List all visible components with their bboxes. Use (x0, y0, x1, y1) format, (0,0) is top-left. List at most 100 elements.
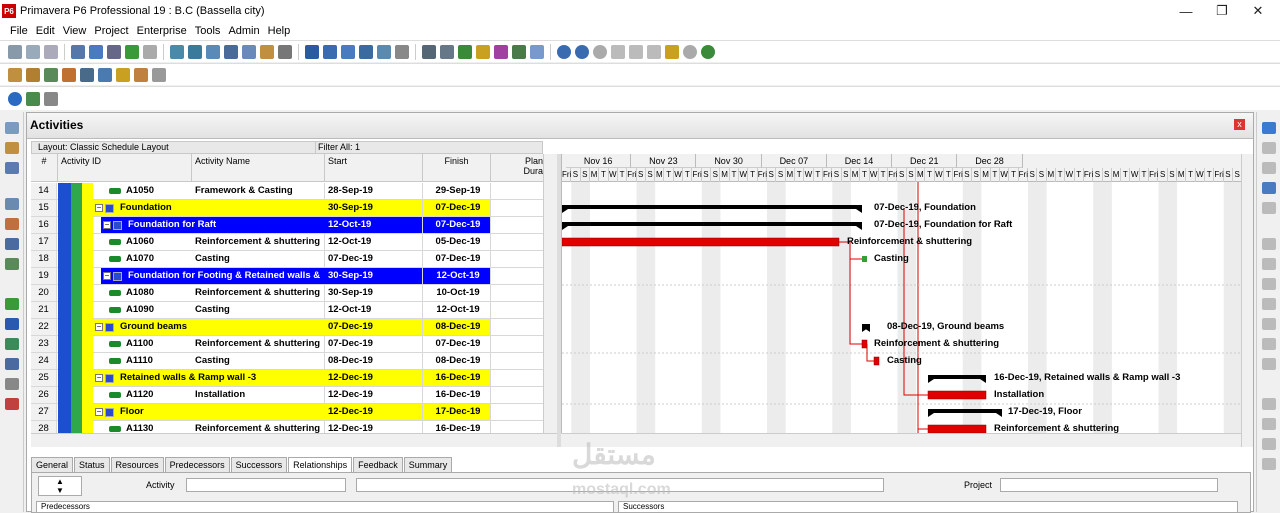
col-num[interactable]: # (31, 154, 58, 182)
assignments-icon[interactable] (44, 67, 58, 82)
bars-setting-icon[interactable] (341, 44, 355, 59)
indent-icon[interactable] (1262, 438, 1276, 450)
menu-tools[interactable]: Tools (195, 25, 221, 37)
link-icon[interactable] (494, 44, 508, 59)
note-icon[interactable] (647, 44, 661, 59)
zoom-in-icon[interactable] (557, 44, 571, 59)
table-horizontal-scrollbar[interactable] (31, 433, 557, 447)
tab-summary[interactable]: Summary (403, 457, 453, 473)
close-button[interactable]: ✕ (1240, 0, 1276, 22)
zoom-out-icon[interactable] (575, 44, 589, 59)
tab-relationships[interactable]: Relationships (288, 457, 353, 473)
gantt-icon[interactable] (107, 44, 121, 59)
table-row[interactable]: 16 − Foundation for Raft 12-Oct-19 07-Dec-1… (31, 217, 557, 234)
menu-help[interactable]: Help (268, 25, 291, 37)
projects-icon[interactable] (44, 91, 58, 106)
risks-icon[interactable] (134, 67, 148, 82)
table-vertical-scrollbar[interactable] (543, 154, 557, 434)
table-row[interactable]: 23 A1100 Reinforcement & shuttering 07-Dec… (31, 336, 557, 353)
help-icon[interactable] (683, 44, 697, 59)
collapse-toggle[interactable]: − (95, 408, 103, 416)
filter-funnel-icon[interactable] (359, 44, 373, 59)
portfolio-icon[interactable] (26, 91, 40, 106)
tracking-icon[interactable] (98, 67, 112, 82)
thresholds-nav-icon[interactable] (5, 378, 19, 390)
menu-edit[interactable]: Edit (36, 25, 55, 37)
table-row[interactable]: 24 A1110 Casting 08-Dec-19 08-Dec-19 (31, 353, 557, 370)
add-icon[interactable] (1262, 122, 1276, 134)
activities-icon[interactable] (26, 67, 40, 82)
table-row[interactable]: 19 − Foundation for Footing & Retained wa… (31, 268, 557, 285)
resources-nav-icon[interactable] (5, 218, 19, 230)
zoom-fit-icon[interactable] (593, 44, 607, 59)
columns-setting-icon[interactable] (323, 44, 337, 59)
select-icon[interactable] (125, 44, 139, 59)
tab-feedback[interactable]: Feedback (353, 457, 403, 473)
maximize-button[interactable]: ❐ (1204, 0, 1240, 22)
table-row[interactable]: 18 A1070 Casting 07-Dec-19 07-Dec-19 (31, 251, 557, 268)
col-plan-duration[interactable]: Plan Dura (491, 154, 547, 182)
hash-icon[interactable] (395, 44, 409, 59)
group-icon[interactable] (278, 44, 292, 59)
table-icon[interactable] (188, 44, 202, 59)
issues-nav-icon[interactable] (5, 398, 19, 410)
table-row[interactable]: 17 A1060 Reinforcement & shuttering 12-Oct… (31, 234, 557, 251)
collapse-toggle[interactable]: − (103, 221, 111, 229)
activity-id-field[interactable] (186, 478, 346, 492)
web-icon[interactable] (701, 44, 715, 59)
move-down-icon[interactable] (1262, 418, 1276, 430)
col-finish[interactable]: Finish (423, 154, 491, 182)
filter-label[interactable]: Filter All: 1 (315, 141, 545, 154)
menu-project[interactable]: Project (94, 25, 128, 37)
table-row[interactable]: 25 − Retained walls & Ramp wall -3 12-Dec-… (31, 370, 557, 387)
table-row[interactable]: 20 A1080 Reinforcement & shuttering 30-Sep… (31, 285, 557, 302)
menu-admin[interactable]: Admin (228, 25, 259, 37)
record-stepper[interactable]: ▲ ▼ (38, 476, 82, 496)
issues-icon[interactable] (116, 67, 130, 82)
wbs-icon[interactable] (8, 67, 22, 82)
roles-icon[interactable] (1262, 258, 1276, 270)
align-icon[interactable] (305, 44, 319, 59)
projects-nav-icon[interactable] (5, 122, 19, 134)
tab-successors[interactable]: Successors (230, 457, 288, 473)
table-row[interactable]: 26 A1120 Installation 12-Dec-19 16-Dec-19 (31, 387, 557, 404)
table-row[interactable]: 15 − Foundation 30-Sep-19 07-Dec-19 (31, 200, 557, 217)
collapse-toggle[interactable]: − (95, 323, 103, 331)
reports-nav-icon[interactable] (5, 238, 19, 250)
wps-nav-icon[interactable] (5, 338, 19, 350)
collapse-toggle[interactable]: − (95, 204, 103, 212)
more-icon[interactable] (152, 67, 166, 82)
cut-icon[interactable] (1262, 162, 1276, 174)
milestone-icon[interactable] (629, 44, 643, 59)
project-field[interactable] (1000, 478, 1218, 492)
gantt-vertical-scrollbar[interactable] (1241, 154, 1253, 447)
paste-icon[interactable] (1262, 202, 1276, 214)
code-icon[interactable] (1262, 278, 1276, 290)
menu-view[interactable]: View (63, 25, 87, 37)
outdent-icon[interactable] (1262, 458, 1276, 470)
progress-icon[interactable] (512, 44, 526, 59)
assign-icon[interactable] (1262, 238, 1276, 250)
menu-enterprise[interactable]: Enterprise (137, 25, 187, 37)
tab-resources[interactable]: Resources (110, 457, 164, 473)
tab-predecessors[interactable]: Predecessors (164, 457, 230, 473)
docs-icon[interactable] (1262, 318, 1276, 330)
table-row[interactable]: 21 A1090 Casting 12-Oct-19 12-Oct-19 (31, 302, 557, 319)
folder-nav-icon[interactable] (5, 198, 19, 210)
minimize-button[interactable]: — (1168, 0, 1204, 22)
activities-nav-icon[interactable] (5, 298, 19, 310)
table-row[interactable]: 22 − Ground beams 07-Dec-19 08-Dec-19 (31, 319, 557, 336)
col-start[interactable]: Start (325, 154, 423, 182)
expenses-nav-icon[interactable] (5, 358, 19, 370)
schedule-icon[interactable] (440, 44, 454, 59)
level-icon[interactable] (458, 44, 472, 59)
panel-close-icon[interactable]: x (1234, 119, 1245, 130)
network-icon[interactable] (143, 44, 157, 59)
gantt-horizontal-scrollbar[interactable] (561, 433, 1241, 447)
resources-icon[interactable] (62, 67, 76, 82)
group-sort-icon[interactable] (377, 44, 391, 59)
col-activity-id[interactable]: Activity ID (58, 154, 192, 182)
table-row[interactable]: 27 − Floor 12-Dec-19 17-Dec-19 (31, 404, 557, 421)
print-icon[interactable] (8, 44, 22, 59)
detail-icon[interactable] (242, 44, 256, 59)
